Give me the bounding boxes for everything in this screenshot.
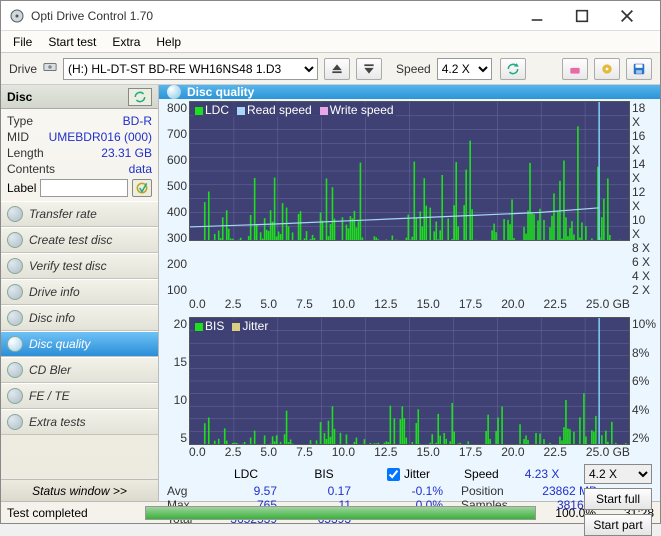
chart1-plot bbox=[189, 101, 630, 241]
speed-value: 4.23 X bbox=[525, 467, 560, 481]
nav-label: Transfer rate bbox=[29, 207, 97, 221]
contents-label: Contents bbox=[7, 162, 55, 176]
drive-icon bbox=[43, 60, 57, 77]
menu-help[interactable]: Help bbox=[148, 33, 189, 51]
speed-label: Speed bbox=[464, 467, 499, 481]
status-message: Test completed bbox=[7, 506, 137, 520]
length-label: Length bbox=[7, 146, 44, 160]
nav-label: FE / TE bbox=[29, 389, 70, 403]
save-button[interactable] bbox=[626, 58, 652, 80]
bis-chart: BIS Jitter 2015105 10%8%6%4%2% 0.02.55.0… bbox=[163, 317, 656, 459]
apply-label-button[interactable] bbox=[132, 179, 152, 197]
options-button[interactable] bbox=[594, 58, 620, 80]
scan-speed-select[interactable]: 4.2 X bbox=[584, 464, 652, 484]
chart1-yaxis-right: 18 X16 X14 X12 X10 X8 X6 X4 X2 X bbox=[630, 101, 656, 297]
ldc-chart: LDC Read speed Write speed 8007006005004… bbox=[163, 101, 656, 311]
nav-label: Disc info bbox=[29, 311, 75, 325]
disc-icon bbox=[7, 232, 23, 248]
disc-label-input[interactable] bbox=[40, 179, 128, 197]
status-window-toggle[interactable]: Status window >> bbox=[1, 479, 158, 501]
disc-icon bbox=[7, 362, 23, 378]
disc-icon bbox=[7, 310, 23, 326]
length-value: 23.31 GB bbox=[101, 146, 152, 160]
start-full-button[interactable]: Start full bbox=[584, 488, 652, 510]
nav-verify-test-disc[interactable]: Verify test disc bbox=[1, 253, 158, 279]
disc-icon bbox=[7, 388, 23, 404]
drive-label: Drive bbox=[9, 62, 37, 76]
nav-label: Drive info bbox=[29, 285, 80, 299]
nav-disc-info[interactable]: Disc info bbox=[1, 305, 158, 331]
disc-icon bbox=[7, 258, 23, 274]
nav-disc-quality[interactable]: Disc quality bbox=[1, 331, 158, 357]
speed-select[interactable]: 4.2 X bbox=[437, 58, 492, 80]
app-icon bbox=[9, 8, 25, 24]
jitter-label: Jitter bbox=[404, 467, 430, 481]
chart2-yaxis-right: 10%8%6%4%2% bbox=[630, 317, 656, 445]
disc-icon bbox=[7, 284, 23, 300]
avg-jitter: -0.1% bbox=[351, 484, 443, 498]
chart2-xaxis: 0.02.55.07.510.012.515.017.520.022.525.0… bbox=[189, 445, 630, 459]
maximize-button[interactable] bbox=[562, 1, 607, 30]
progress-bar bbox=[145, 506, 536, 520]
main-title: Disc quality bbox=[187, 85, 254, 99]
menu-file[interactable]: File bbox=[5, 33, 40, 51]
nav-transfer-rate[interactable]: Transfer rate bbox=[1, 201, 158, 227]
chart2-legend: BIS Jitter bbox=[193, 319, 270, 333]
nav-drive-info[interactable]: Drive info bbox=[1, 279, 158, 305]
start-part-button[interactable]: Start part bbox=[584, 514, 652, 536]
nav-label: Create test disc bbox=[29, 233, 112, 247]
erase-button[interactable] bbox=[562, 58, 588, 80]
avg-label: Avg bbox=[167, 484, 203, 498]
position-label: Position bbox=[443, 484, 525, 498]
chart2-plot bbox=[189, 317, 630, 445]
disc-panel-title: Disc bbox=[7, 90, 32, 104]
refresh-speed-button[interactable] bbox=[500, 58, 526, 80]
nav-label: CD Bler bbox=[29, 363, 71, 377]
disc-icon bbox=[7, 206, 23, 222]
avg-ldc: 9.57 bbox=[203, 484, 277, 498]
refresh-disc-button[interactable] bbox=[128, 88, 152, 106]
menu-extra[interactable]: Extra bbox=[104, 33, 148, 51]
bis-header: BIS bbox=[289, 467, 359, 481]
nav-fe-te[interactable]: FE / TE bbox=[1, 383, 158, 409]
eject-button[interactable] bbox=[324, 58, 350, 80]
contents-value: data bbox=[129, 162, 152, 176]
disc-label-label: Label bbox=[7, 181, 36, 195]
mid-value: UMEBDR016 (000) bbox=[49, 130, 152, 144]
nav-label: Extra tests bbox=[29, 415, 86, 429]
drive-select[interactable]: (H:) HL-DT-ST BD-RE WH16NS48 1.D3 bbox=[63, 58, 318, 80]
close-button[interactable] bbox=[607, 1, 652, 30]
speed-label: Speed bbox=[396, 62, 431, 76]
ldc-header: LDC bbox=[211, 467, 281, 481]
load-button[interactable] bbox=[356, 58, 382, 80]
jitter-checkbox[interactable] bbox=[387, 468, 400, 481]
disc-icon bbox=[167, 85, 181, 99]
disc-icon bbox=[7, 414, 23, 430]
type-label: Type bbox=[7, 114, 33, 128]
minimize-button[interactable] bbox=[517, 1, 562, 30]
nav-cd-bler[interactable]: CD Bler bbox=[1, 357, 158, 383]
window-title: Opti Drive Control 1.70 bbox=[31, 9, 517, 23]
disc-icon bbox=[7, 336, 23, 352]
chart1-legend: LDC Read speed Write speed bbox=[193, 103, 396, 117]
chart1-yaxis-left: 800700600500400300200100 bbox=[163, 101, 189, 297]
chart2-yaxis-left: 2015105 bbox=[163, 317, 189, 445]
mid-label: MID bbox=[7, 130, 29, 144]
avg-bis: 0.17 bbox=[277, 484, 351, 498]
type-value: BD-R bbox=[123, 114, 152, 128]
menu-start-test[interactable]: Start test bbox=[40, 33, 104, 51]
chart1-xaxis: 0.02.55.07.510.012.515.017.520.022.525.0… bbox=[189, 297, 630, 311]
nav-create-test-disc[interactable]: Create test disc bbox=[1, 227, 158, 253]
nav-label: Verify test disc bbox=[29, 259, 107, 273]
nav-label: Disc quality bbox=[29, 337, 90, 351]
nav-extra-tests[interactable]: Extra tests bbox=[1, 409, 158, 435]
